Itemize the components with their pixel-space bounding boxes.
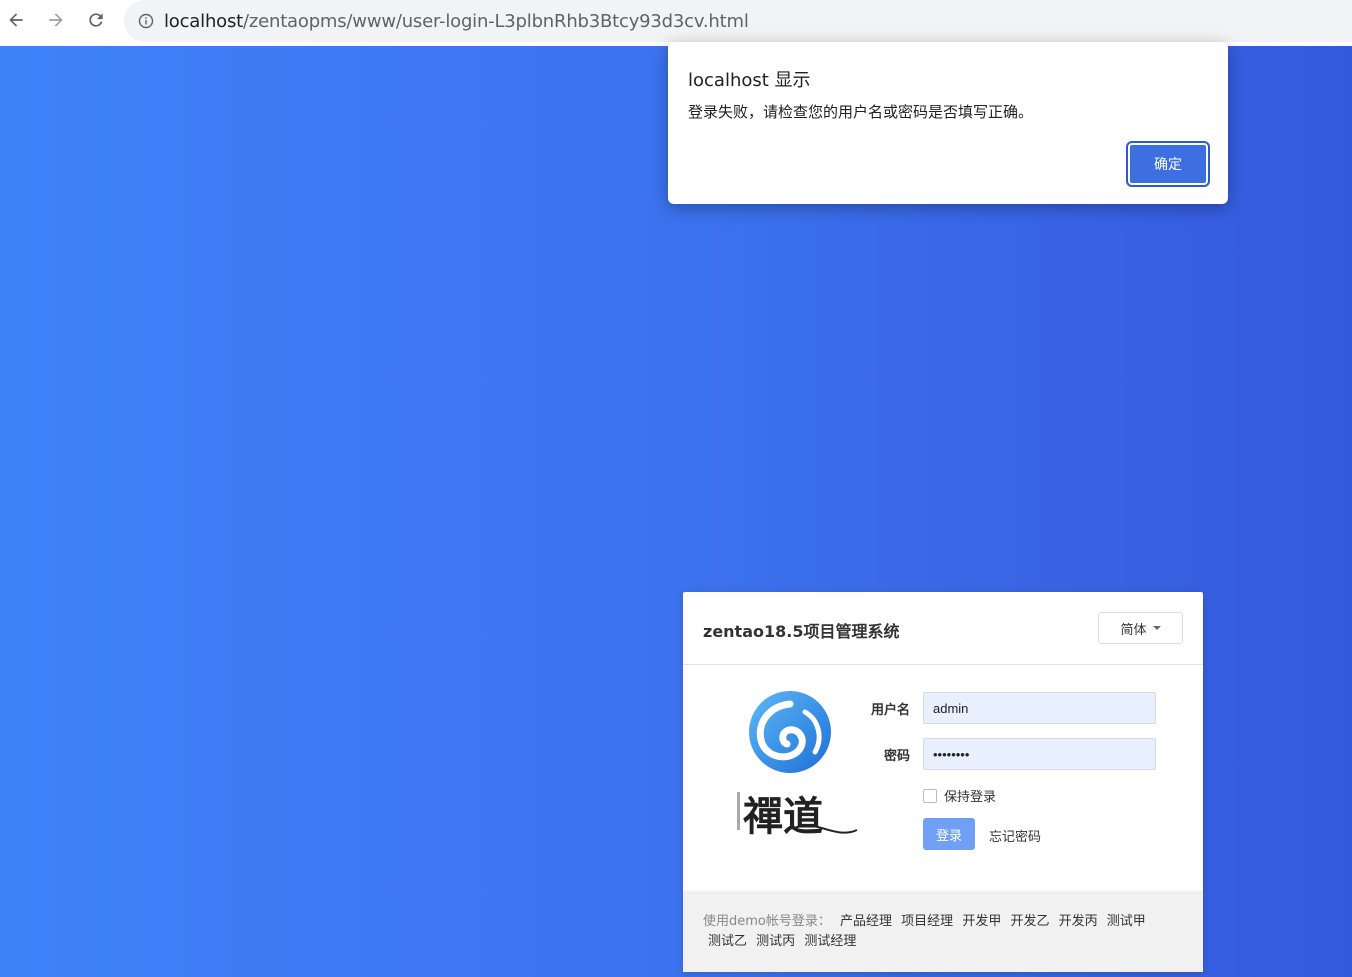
demo-account-link[interactable]: 开发甲	[962, 914, 1001, 929]
address-bar[interactable]: localhost/zentaopms/www/user-login-L3plb…	[124, 0, 1352, 42]
username-label: 用户名	[870, 703, 910, 718]
login-button[interactable]: 登录	[923, 818, 975, 850]
alert-message: 登录失败，请检查您的用户名或密码是否填写正确。	[688, 103, 1034, 121]
demo-label: 使用demo帐号登录：	[703, 914, 831, 929]
reload-icon	[89, 13, 103, 27]
alert-dialog: localhost 显示 登录失败，请检查您的用户名或密码是否填写正确。 确定	[668, 42, 1228, 204]
info-icon[interactable]	[138, 13, 154, 29]
remember-checkbox[interactable]	[923, 788, 937, 803]
arrow-right-icon	[49, 13, 63, 27]
login-panel-header: zentao18.5项目管理系统 简体	[683, 592, 1203, 665]
demo-account-link[interactable]: 测试甲	[1107, 914, 1146, 929]
demo-account-link[interactable]: 开发乙	[1010, 914, 1049, 929]
browser-toolbar: localhost/zentaopms/www/user-login-L3plb…	[0, 0, 1352, 46]
demo-accounts: 使用demo帐号登录： 产品经理 项目经理 开发甲 开发乙 开发丙 测试甲 测试…	[683, 891, 1203, 972]
demo-account-link[interactable]: 测试经理	[804, 934, 856, 949]
system-title: zentao18.5项目管理系统	[703, 622, 900, 641]
url-host: localhost	[164, 10, 243, 32]
forgot-password-link[interactable]: 忘记密码	[989, 826, 1041, 845]
demo-account-link[interactable]: 产品经理	[840, 914, 892, 929]
username-input[interactable]: admin	[923, 692, 1156, 724]
arrow-left-icon	[9, 13, 23, 27]
login-panel: zentao18.5项目管理系统 简体 禪道 用户名 admin 密码 ••••	[683, 592, 1203, 972]
reload-button[interactable]	[84, 8, 108, 32]
demo-account-link[interactable]: 开发丙	[1059, 914, 1098, 929]
demo-account-link[interactable]: 测试丙	[756, 934, 795, 949]
remember-me[interactable]: 保持登录	[923, 786, 996, 805]
url-text: localhost/zentaopms/www/user-login-L3plb…	[164, 11, 749, 32]
language-dropdown[interactable]: 简体	[1098, 612, 1183, 644]
demo-account-link[interactable]: 项目经理	[901, 914, 953, 929]
alert-title: localhost 显示	[688, 70, 811, 91]
password-input[interactable]: ••••••••	[923, 738, 1156, 770]
caret-down-icon	[1152, 626, 1161, 630]
language-label: 简体	[1120, 622, 1147, 638]
forward-button[interactable]	[44, 8, 68, 32]
url-path: /zentaopms/www/user-login-L3plbnRhb3Btcy…	[243, 10, 749, 32]
back-button[interactable]	[4, 8, 28, 32]
logo-text: 禪道	[743, 793, 823, 840]
remember-label: 保持登录	[944, 790, 997, 805]
alert-ok-button[interactable]: 确定	[1126, 141, 1210, 187]
demo-account-link[interactable]: 测试乙	[708, 934, 747, 949]
zentao-logo: 禪道	[737, 691, 858, 840]
password-label: 密码	[883, 749, 910, 764]
